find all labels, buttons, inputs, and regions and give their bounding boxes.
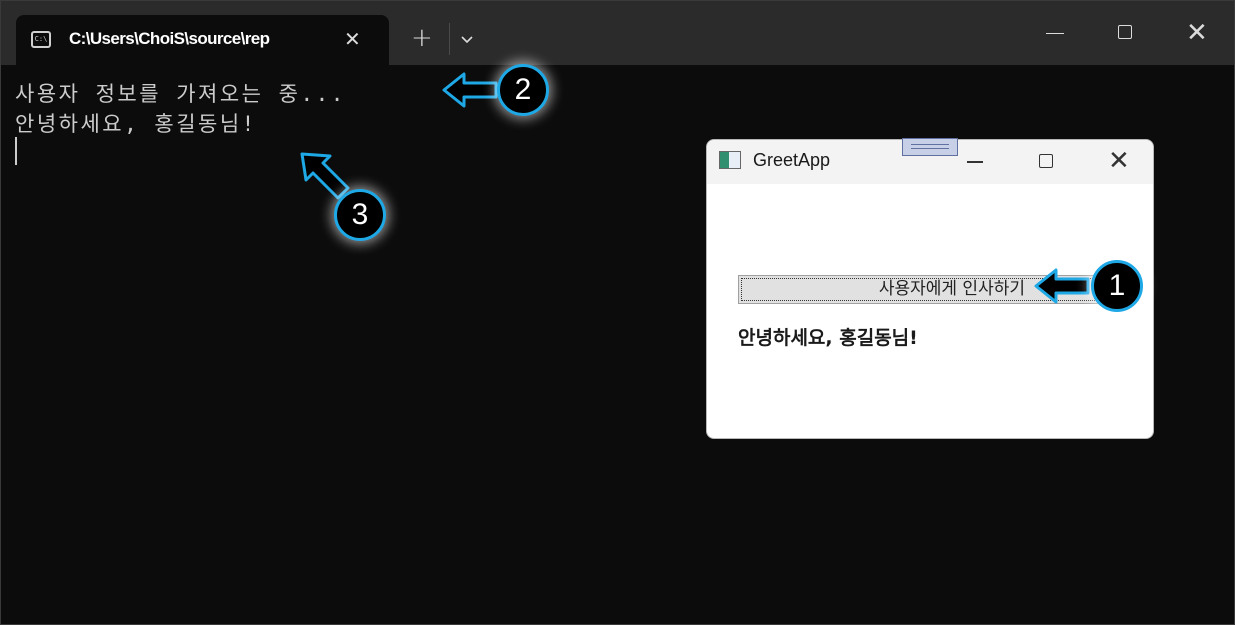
chevron-down-icon[interactable]: [460, 30, 474, 49]
callout-3: 3: [334, 189, 386, 241]
console-line-2: 안녕하세요, 홍길동님!: [15, 112, 257, 136]
close-icon[interactable]: ✕: [1186, 20, 1208, 46]
tab-title: C:\Users\ChoiS\source\rep: [69, 29, 270, 48]
callout-2: 2: [497, 64, 549, 116]
app-icon: [719, 151, 741, 169]
new-tab-icon[interactable]: +: [411, 23, 433, 53]
text-cursor: [15, 137, 17, 165]
minimize-icon[interactable]: [1046, 33, 1064, 34]
tab-close-icon[interactable]: ✕: [344, 27, 361, 51]
console-icon: C:\: [31, 31, 51, 48]
greeting-label: 안녕하세요, 홍길동님!: [738, 327, 918, 349]
maximize-icon[interactable]: [1118, 25, 1132, 39]
greetapp-title: GreetApp: [753, 150, 831, 170]
terminal-titlebar: C:\ C:\Users\ChoiS\source\rep ✕ + ✕: [1, 1, 1234, 65]
terminal-tab[interactable]: C:\ C:\Users\ChoiS\source\rep ✕: [16, 15, 389, 65]
minimize-icon[interactable]: [967, 161, 983, 163]
console-output: 사용자 정보를 가져오는 중... 안녕하세요, 홍길동님!: [15, 79, 346, 139]
callout-2-arrow-icon: [442, 72, 498, 108]
greetapp-titlebar: GreetApp ✕: [707, 138, 1153, 184]
tab-separator: [449, 23, 450, 55]
maximize-icon[interactable]: [1039, 154, 1053, 168]
console-line-1: 사용자 정보를 가져오는 중...: [15, 82, 346, 106]
callout-1-arrow-icon: [1034, 268, 1090, 304]
callout-1: 1: [1091, 260, 1143, 312]
close-icon[interactable]: ✕: [1108, 147, 1130, 175]
drag-grip-icon[interactable]: [902, 138, 958, 156]
